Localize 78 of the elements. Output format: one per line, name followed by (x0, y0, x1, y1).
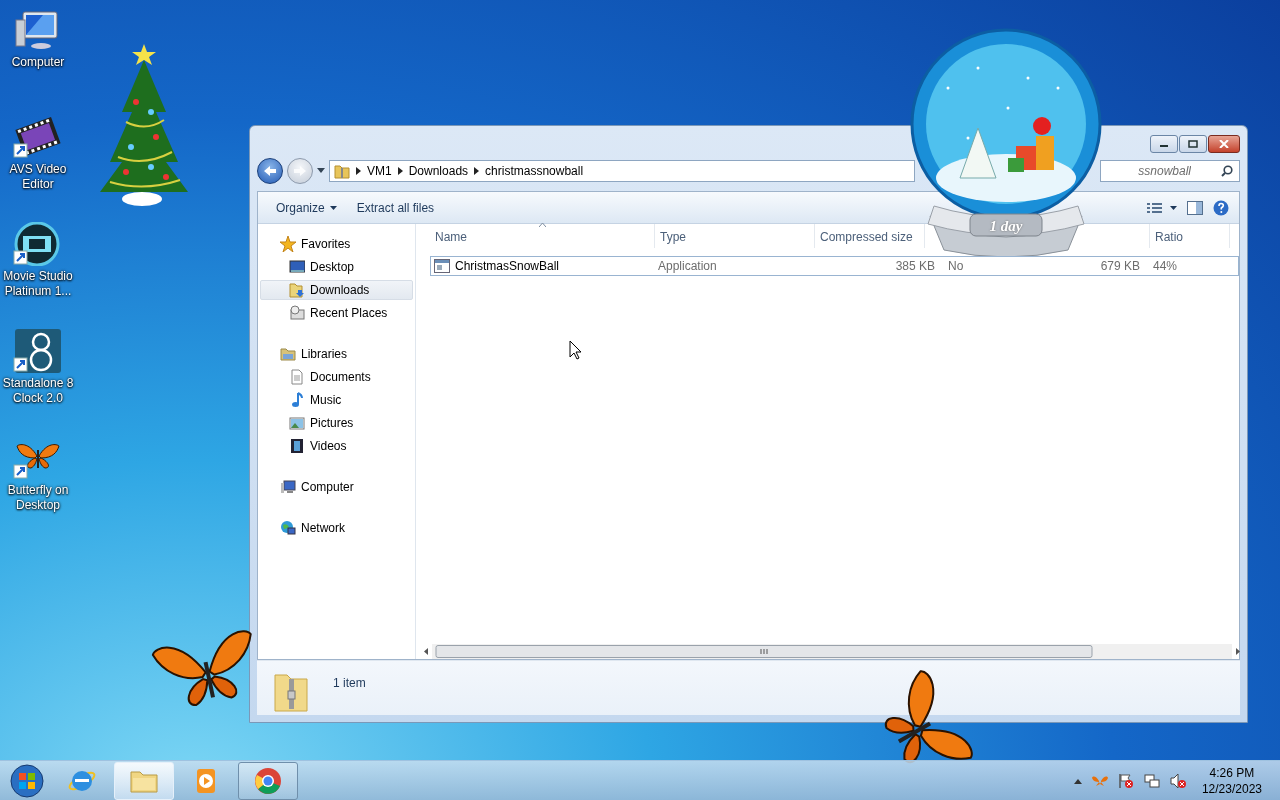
search-box[interactable]: ssnowball (1100, 160, 1240, 182)
maximize-icon (1188, 140, 1198, 148)
toolbar-button[interactable]: Organize (268, 196, 345, 219)
windows-logo-icon (10, 763, 44, 798)
column-header[interactable]: Ratio (1150, 224, 1230, 248)
snow-globe-label: 1 day (988, 218, 1024, 235)
document-icon (289, 369, 305, 385)
clock-time: 4:26 PM (1209, 764, 1255, 781)
mouse-cursor-icon (569, 340, 582, 360)
file-row[interactable]: ChristmasSnowBall Application 385 KB No 679 KB 44% (430, 256, 1239, 276)
show-hidden-icons-icon[interactable] (1073, 777, 1082, 784)
nav-item[interactable]: Pictures (260, 413, 413, 433)
desktop-icon-label[interactable]: AVS Video Editor (1, 162, 75, 192)
breadcrumb-arrow-icon[interactable] (356, 167, 361, 175)
clock-tile-icon[interactable] (13, 329, 63, 373)
search-field[interactable]: ssnowball (1111, 164, 1191, 178)
nav-item[interactable]: Libraries (260, 344, 413, 364)
table-cell-text: 44% (1152, 259, 1179, 273)
breadcrumb-arrow-icon[interactable] (397, 167, 403, 175)
breadcrumb-item[interactable]: christmassnowball (485, 164, 584, 178)
minimize-button[interactable] (1150, 135, 1178, 153)
clock-date: 12/23/2023 (1201, 780, 1262, 797)
speaker-muted-icon[interactable] (1169, 772, 1186, 789)
browser-icon (253, 765, 283, 796)
nav-item[interactable]: Recent Places (260, 303, 413, 323)
nav-item[interactable]: Downloads (260, 280, 413, 300)
horizontal-scrollbar-drawing[interactable] (432, 644, 1232, 659)
maximize-button[interactable] (1179, 135, 1207, 153)
taskbar-button[interactable] (238, 761, 298, 800)
address-bar[interactable]: VM1 Downloads christmassnowball (329, 160, 915, 182)
music-note-icon (289, 392, 305, 408)
nav-item[interactable]: Videos (260, 436, 413, 456)
nav-item[interactable]: Computer (260, 477, 413, 497)
breadcrumb-item[interactable]: Downloads (408, 164, 469, 178)
nav-item[interactable]: Music (260, 390, 413, 410)
desktop-icon-label[interactable]: Computer (1, 55, 75, 70)
status-item-count: 1 item (333, 675, 366, 690)
column-header[interactable]: Compressed size (815, 224, 925, 248)
nav-item[interactable]: Network (260, 518, 413, 538)
zip-folder-icon (334, 163, 350, 179)
application-icon (434, 259, 450, 273)
picture-icon (289, 415, 305, 431)
video-film-icon (289, 438, 305, 454)
forward-arrow-icon (293, 165, 307, 177)
network-icon[interactable] (1143, 772, 1160, 789)
toolbar-button[interactable]: Extract all files (348, 196, 443, 219)
desktop-icon (289, 259, 305, 275)
table-cell: ChristmasSnowBall (431, 259, 653, 273)
history-caret-icon[interactable] (317, 168, 325, 174)
back-button[interactable] (257, 158, 283, 184)
column-header[interactable]: Name (430, 224, 655, 248)
recent-places-icon (289, 305, 305, 321)
close-icon (1219, 140, 1229, 148)
caret-icon (329, 205, 337, 210)
breadcrumb-item[interactable]: VM1 (367, 164, 392, 178)
clock[interactable]: 4:26 PM 12/23/2023 (1201, 764, 1262, 797)
action-center-flag-icon[interactable] (1117, 772, 1134, 789)
star-icon (280, 236, 296, 252)
preview-pane-icon[interactable] (1187, 200, 1203, 215)
back-arrow-icon (263, 165, 277, 177)
table-cell-text: 679 KB (1099, 259, 1141, 273)
table-cell-text: 385 KB (894, 259, 936, 273)
download-folder-icon (289, 282, 305, 298)
network-globe-icon (280, 520, 296, 536)
view-options-icon[interactable] (1147, 201, 1177, 214)
breadcrumb-arrow-icon[interactable] (474, 167, 480, 175)
desktop-icon-label[interactable]: Movie Studio Platinum 1... (1, 269, 75, 299)
nav-item[interactable]: Desktop (260, 257, 413, 277)
computer-icon (280, 479, 296, 495)
table-cell-text: Application (657, 259, 718, 273)
table-cell-text: No (947, 259, 965, 273)
help-icon[interactable] (1213, 199, 1229, 216)
nav-item[interactable]: Documents (260, 367, 413, 387)
close-button[interactable] (1208, 135, 1240, 153)
search-icon[interactable] (1221, 165, 1233, 177)
library-folder-icon (280, 346, 296, 362)
nav-item[interactable]: Favorites (260, 234, 413, 254)
column-header[interactable]: Type (655, 224, 815, 248)
